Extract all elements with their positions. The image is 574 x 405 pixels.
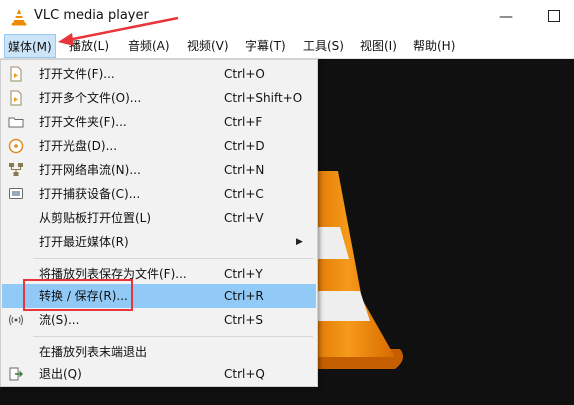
menu-media[interactable]: 媒体(M) bbox=[4, 34, 56, 58]
window-title: VLC media player bbox=[34, 8, 149, 23]
exit-icon bbox=[9, 367, 23, 381]
stream-icon bbox=[9, 314, 23, 326]
minimize-button[interactable]: — bbox=[492, 5, 520, 29]
menu-subtitle[interactable]: 字幕(T) bbox=[242, 34, 289, 58]
menu-item-shortcut: Ctrl+N bbox=[224, 163, 265, 177]
menu-item-label: 流(S)... bbox=[39, 313, 80, 327]
menu-item-open-recent-media[interactable]: 打开最近媒体(R) ▶ bbox=[2, 230, 316, 254]
menu-separator bbox=[33, 258, 313, 259]
menu-item-label: 从剪贴板打开位置(L) bbox=[39, 211, 152, 225]
menu-item-label: 在播放列表末端退出 bbox=[39, 345, 148, 359]
network-icon bbox=[9, 163, 23, 176]
menu-bar: 媒体(M) 播放(L) 音频(A) 视频(V) 字幕(T) 工具(S) 视图(I… bbox=[0, 34, 574, 59]
files-icon bbox=[10, 90, 22, 106]
menu-item-shortcut: Ctrl+R bbox=[224, 289, 264, 303]
menu-item-open-multiple-files[interactable]: 打开多个文件(O)... Ctrl+Shift+O bbox=[2, 86, 316, 110]
menu-item-shortcut: Ctrl+S bbox=[224, 313, 264, 327]
folder-icon bbox=[8, 117, 24, 128]
submenu-arrow-icon: ▶ bbox=[296, 237, 303, 247]
menu-item-open-location-from-clipboard[interactable]: 从剪贴板打开位置(L) Ctrl+V bbox=[2, 206, 316, 230]
menu-item-shortcut: Ctrl+Shift+O bbox=[224, 91, 303, 105]
menu-item-open-file[interactable]: 打开文件(F)... Ctrl+O bbox=[2, 62, 316, 86]
menu-item-open-capture-device[interactable]: 打开捕获设备(C)... Ctrl+C bbox=[2, 182, 316, 206]
capture-device-icon bbox=[9, 188, 23, 199]
menu-item-label: 打开光盘(D)... bbox=[39, 139, 118, 153]
menu-audio[interactable]: 音频(A) bbox=[125, 34, 173, 58]
menu-item-open-network-stream[interactable]: 打开网络串流(N)... Ctrl+N bbox=[2, 158, 316, 182]
menu-item-label: 打开捕获设备(C)... bbox=[39, 187, 141, 201]
menu-item-label: 打开文件夹(F)... bbox=[39, 115, 127, 129]
menu-item-label: 打开多个文件(O)... bbox=[39, 91, 142, 105]
menu-video[interactable]: 视频(V) bbox=[184, 34, 232, 58]
menu-item-open-folder[interactable]: 打开文件夹(F)... Ctrl+F bbox=[2, 110, 316, 134]
menu-item-label: 打开最近媒体(R) bbox=[39, 235, 129, 249]
menu-item-shortcut: Ctrl+Y bbox=[224, 267, 263, 281]
file-icon bbox=[10, 66, 22, 82]
menu-item-open-disc[interactable]: 打开光盘(D)... Ctrl+D bbox=[2, 134, 316, 158]
menu-tools[interactable]: 工具(S) bbox=[300, 34, 347, 58]
menu-item-stream[interactable]: 流(S)... Ctrl+S bbox=[2, 308, 316, 332]
title-bar: VLC media player — bbox=[0, 0, 574, 34]
menu-item-shortcut: Ctrl+C bbox=[224, 187, 264, 201]
annotation-highlight-box bbox=[23, 279, 133, 311]
menu-item-shortcut: Ctrl+D bbox=[224, 139, 265, 153]
menu-help[interactable]: 帮助(H) bbox=[410, 34, 458, 58]
media-menu-dropdown: 打开文件(F)... Ctrl+O 打开多个文件(O)... Ctrl+Shif… bbox=[0, 59, 318, 387]
vlc-cone-icon bbox=[11, 9, 27, 26]
menu-item-shortcut: Ctrl+Q bbox=[224, 367, 265, 381]
menu-item-shortcut: Ctrl+V bbox=[224, 211, 264, 225]
menu-view[interactable]: 视图(I) bbox=[357, 34, 400, 58]
menu-separator bbox=[33, 336, 313, 337]
menu-item-label: 打开文件(F)... bbox=[39, 67, 115, 81]
maximize-button[interactable] bbox=[540, 5, 568, 29]
minimize-icon: — bbox=[499, 9, 513, 25]
menu-item-quit-at-end-of-playlist[interactable]: 在播放列表末端退出 bbox=[2, 340, 316, 364]
menu-item-shortcut: Ctrl+O bbox=[224, 67, 265, 81]
menu-item-shortcut: Ctrl+F bbox=[224, 115, 263, 129]
menu-item-label: 退出(Q) bbox=[39, 367, 82, 381]
menu-item-quit[interactable]: 退出(Q) Ctrl+Q bbox=[2, 362, 316, 386]
menu-playback[interactable]: 播放(L) bbox=[66, 34, 112, 58]
menu-item-label: 打开网络串流(N)... bbox=[39, 163, 141, 177]
disc-icon bbox=[8, 138, 24, 154]
maximize-icon bbox=[548, 10, 560, 22]
